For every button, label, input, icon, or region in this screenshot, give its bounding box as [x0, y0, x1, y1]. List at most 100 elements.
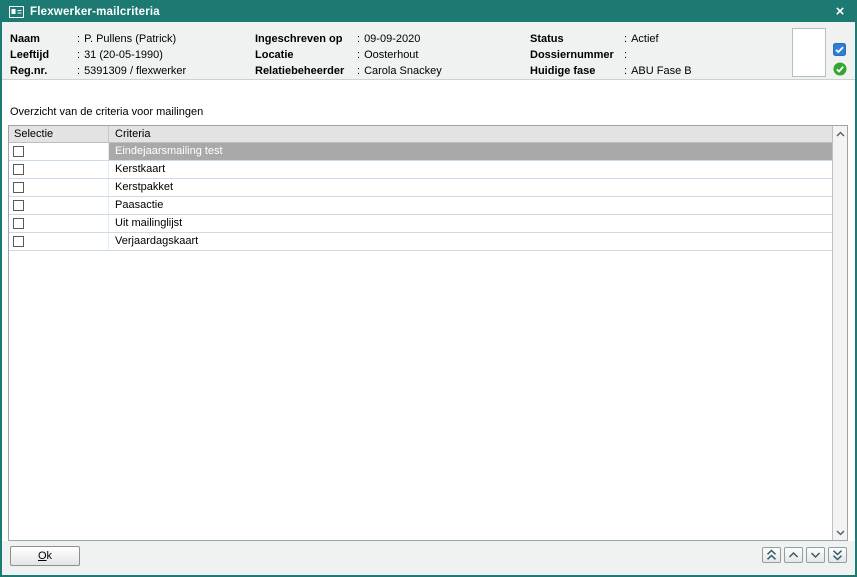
- selection-cell: [9, 197, 109, 214]
- field-value: 5391309 / flexwerker: [84, 65, 186, 77]
- info-field-ingeschreven-op: Ingeschreven op:09-09-2020: [255, 31, 442, 47]
- field-colon: :: [624, 49, 627, 61]
- criteria-table: Selectie Criteria Eindejaarsmailing test…: [8, 125, 848, 541]
- blue-checkbox-icon[interactable]: [833, 43, 846, 56]
- row-checkbox[interactable]: [13, 236, 24, 247]
- field-value: ABU Fase B: [631, 65, 692, 77]
- green-check-icon: [833, 62, 847, 76]
- selection-cell: [9, 161, 109, 178]
- last-record-button[interactable]: [828, 547, 847, 563]
- row-checkbox[interactable]: [13, 146, 24, 157]
- double-chevron-up-icon: [766, 549, 777, 561]
- field-label: Ingeschreven op: [255, 31, 357, 47]
- table-row[interactable]: Paasactie: [9, 197, 832, 215]
- record-nav-buttons: [762, 547, 847, 563]
- window-title: Flexwerker-mailcriteria: [30, 6, 832, 18]
- criteria-label: Paasactie: [115, 199, 163, 211]
- previous-record-button[interactable]: [784, 547, 803, 563]
- table-header-row: Selectie Criteria: [9, 126, 832, 143]
- list-caption: Overzicht van de criteria voor mailingen: [10, 106, 855, 120]
- info-field-naam: Naam: P. Pullens (Patrick): [10, 31, 186, 47]
- row-checkbox[interactable]: [13, 200, 24, 211]
- row-checkbox[interactable]: [13, 182, 24, 193]
- info-field-locatie: Locatie: Oosterhout: [255, 47, 442, 63]
- criteria-cell: Eindejaarsmailing test: [109, 143, 832, 160]
- list-empty-area: [9, 251, 832, 540]
- scroll-up-icon[interactable]: [833, 126, 847, 142]
- field-colon: :: [77, 49, 80, 61]
- field-value: 31 (20-05-1990): [84, 49, 163, 61]
- field-label: Relatiebeheerder: [255, 63, 357, 79]
- field-label: Status: [530, 31, 624, 47]
- criteria-label: Kerstkaart: [115, 163, 165, 175]
- field-label: Naam: [10, 31, 77, 47]
- field-colon: :: [357, 33, 360, 45]
- scroll-down-icon[interactable]: [833, 524, 847, 540]
- ok-button-label: Ok: [11, 550, 79, 562]
- criteria-list: Eindejaarsmailing test Kerstkaart Kerstp…: [9, 143, 832, 251]
- next-record-button[interactable]: [806, 547, 825, 563]
- field-value: Actief: [631, 33, 659, 45]
- scrollbar-track[interactable]: [833, 142, 847, 524]
- row-checkbox[interactable]: [13, 218, 24, 229]
- field-colon: :: [624, 33, 627, 45]
- selection-cell: [9, 179, 109, 196]
- field-value: Oosterhout: [364, 49, 418, 61]
- field-label: Dossiernummer: [530, 47, 624, 63]
- first-record-button[interactable]: [762, 547, 781, 563]
- vertical-scrollbar[interactable]: [832, 126, 847, 540]
- info-field-relatiebeheerder: Relatiebeheerder:Carola Snackey: [255, 63, 442, 79]
- info-field-huidige-fase: Huidige fase: ABU Fase B: [530, 63, 692, 79]
- table-row[interactable]: Uit mailinglijst: [9, 215, 832, 233]
- info-field-dossiernummer: Dossiernummer:: [530, 47, 692, 63]
- criteria-table-main: Selectie Criteria Eindejaarsmailing test…: [9, 126, 832, 540]
- info-column-3: Status: Actief Dossiernummer: Huidige fas…: [530, 31, 692, 79]
- field-label: Leeftijd: [10, 47, 77, 63]
- field-colon: :: [77, 65, 80, 77]
- field-label: Reg.nr.: [10, 63, 77, 79]
- column-header-criteria[interactable]: Criteria: [109, 126, 832, 142]
- table-row[interactable]: Verjaardagskaart: [9, 233, 832, 251]
- window-icon: [9, 6, 24, 18]
- criteria-label: Uit mailinglijst: [115, 217, 182, 229]
- close-icon[interactable]: ×: [832, 5, 848, 19]
- info-field-regnr: Reg.nr.:5391309 / flexwerker: [10, 63, 186, 79]
- criteria-cell: Paasactie: [109, 197, 832, 214]
- criteria-label: Eindejaarsmailing test: [115, 145, 223, 157]
- field-colon: :: [624, 65, 627, 77]
- photo-placeholder: [792, 28, 826, 77]
- dialog-flexwerker-mailcriteria: Flexwerker-mailcriteria × Naam: P. Pullen…: [0, 0, 857, 577]
- field-value: 09-09-2020: [364, 33, 420, 45]
- field-value: Carola Snackey: [364, 65, 442, 77]
- info-field-leeftijd: Leeftijd:31 (20-05-1990): [10, 47, 186, 63]
- criteria-cell: Kerstkaart: [109, 161, 832, 178]
- chevron-down-icon: [810, 551, 821, 559]
- selection-cell: [9, 233, 109, 250]
- chevron-up-icon: [788, 551, 799, 559]
- title-bar: Flexwerker-mailcriteria ×: [2, 2, 855, 22]
- person-info-panel: Naam:P. Pullens (Patrick) Leeftijd:31 (2…: [2, 22, 855, 80]
- field-label: Locatie: [255, 47, 357, 63]
- field-value: P. Pullens (Patrick): [84, 33, 176, 45]
- criteria-label: Kerstpakket: [115, 181, 173, 193]
- table-row[interactable]: Eindejaarsmailing test: [9, 143, 832, 161]
- footer-bar: Ok: [2, 541, 855, 575]
- criteria-label: Verjaardagskaart: [115, 235, 198, 247]
- info-column-1: Naam: P. Pullens (Patrick) Leeftijd:31 (2…: [10, 31, 186, 79]
- selection-cell: [9, 215, 109, 232]
- field-label: Huidige fase: [530, 63, 624, 79]
- table-row[interactable]: Kerstkaart: [9, 161, 832, 179]
- ok-button[interactable]: Ok: [10, 546, 80, 566]
- criteria-cell: Uit mailinglijst: [109, 215, 832, 232]
- row-checkbox[interactable]: [13, 164, 24, 175]
- criteria-cell: Kerstpakket: [109, 179, 832, 196]
- table-row[interactable]: Kerstpakket: [9, 179, 832, 197]
- column-header-selectie[interactable]: Selectie: [9, 126, 109, 142]
- criteria-cell: Verjaardagskaart: [109, 233, 832, 250]
- selection-cell: [9, 143, 109, 160]
- field-colon: :: [77, 33, 80, 45]
- info-field-status: Status: Actief: [530, 31, 692, 47]
- double-chevron-down-icon: [832, 549, 843, 561]
- info-column-2: Ingeschreven op:09-09-2020 Locatie: Ooste…: [255, 31, 442, 79]
- field-colon: :: [357, 49, 360, 61]
